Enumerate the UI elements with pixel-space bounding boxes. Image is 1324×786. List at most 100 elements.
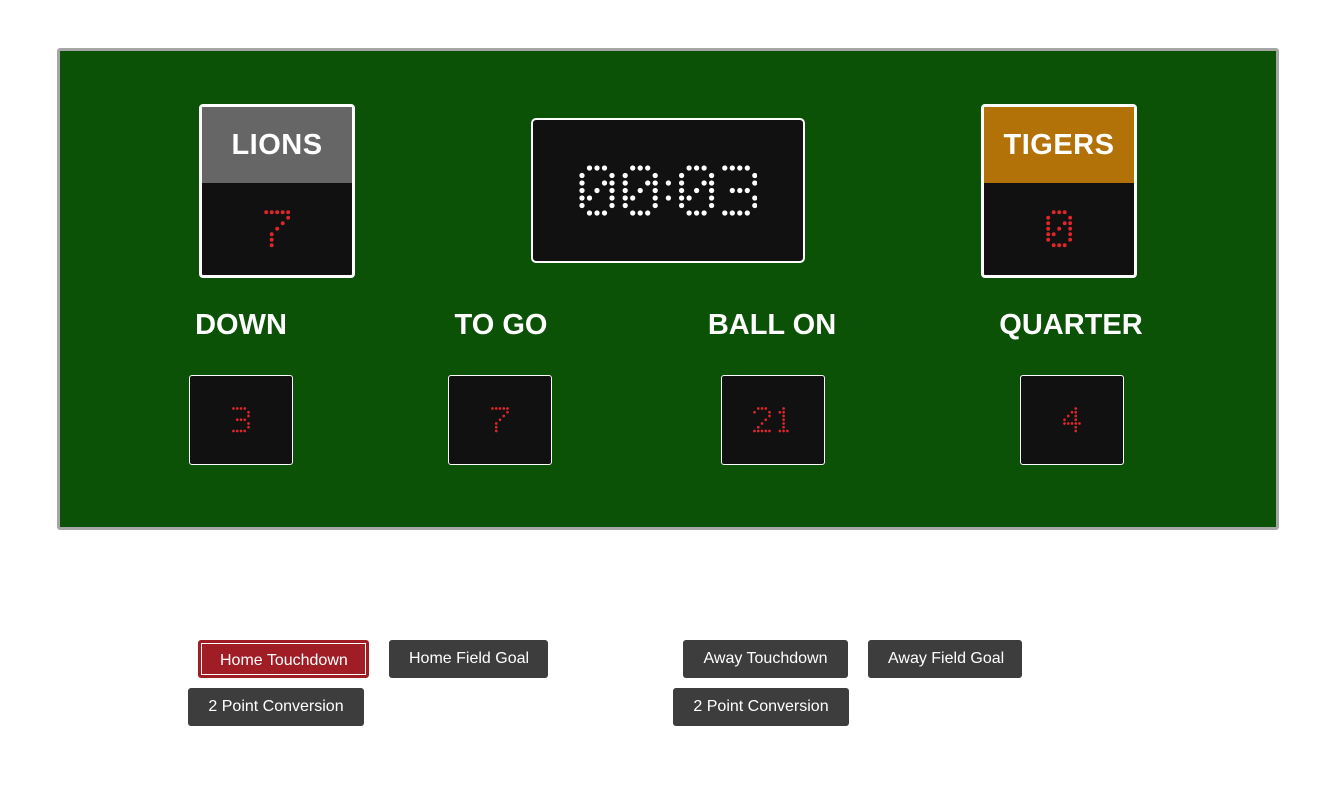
led-dot [760,407,764,411]
led-dot [778,411,782,414]
led-dot [782,407,786,411]
led-dot [578,202,585,209]
led-dot [1057,243,1061,248]
led-dot [1051,232,1056,237]
led-dot [275,210,279,215]
led-dot [264,210,268,215]
led-dot [1063,422,1066,426]
led-dot [729,210,735,216]
led-dot [678,195,684,201]
led-dot [243,429,247,433]
led-dot [665,180,671,186]
led-dot [243,407,247,411]
led-dot [729,165,735,171]
led-dot [1074,426,1078,429]
led-dot [593,187,600,194]
led-dot [764,418,768,422]
led-dot [1062,243,1067,248]
led-dot [235,407,239,411]
led-dot [652,195,658,201]
led-dot [502,407,506,411]
led-dot [786,429,789,433]
led-dot [247,411,250,414]
led-dot [782,426,786,429]
led-dot [652,180,658,186]
led-dot [232,407,235,411]
led-dot [578,172,585,179]
led-dot [232,429,235,433]
led-dot [764,429,768,433]
led-dot [757,426,760,429]
led-dot [1057,210,1061,215]
led-dot [1074,411,1078,414]
led-dot [1046,232,1050,237]
led-dot [622,180,628,186]
led-dot [1051,210,1056,215]
led-dot [1051,243,1056,248]
ball-on-label: BALL ON [707,309,837,341]
led-dot [652,202,658,209]
led-dot [768,429,772,433]
led-dot [778,429,782,433]
led-dot [269,210,274,215]
led-dot [637,210,643,216]
led-dot [782,414,786,418]
led-dot [243,418,247,422]
led-dot [644,165,650,171]
led-dot [1074,414,1078,418]
led-dot [1070,422,1074,426]
led-dot [601,180,607,186]
led-dot [768,411,772,414]
ball-on-value [753,407,789,433]
led-dot [239,429,243,433]
led-dot [744,187,750,194]
away-touchdown-button[interactable]: Away Touchdown [683,640,848,678]
led-dot [693,165,699,171]
led-dot [736,165,743,171]
away-team-name: TIGERS [984,107,1134,183]
led-dot [1068,238,1072,242]
led-dot [1066,414,1070,418]
led-dot [1066,422,1070,426]
led-dot [652,172,658,179]
led-dot [744,210,750,216]
home-team-name: LIONS [202,107,352,183]
led-dot [652,187,658,194]
to-go-label: TO GO [454,309,548,341]
led-dot [601,210,607,216]
led-dot [782,422,786,426]
led-dot [608,195,615,201]
led-dot [760,422,764,426]
led-dot [736,210,743,216]
away-score-display [1046,210,1072,248]
led-dot [1062,210,1067,215]
led-dot [269,243,274,248]
led-dot [586,195,592,201]
quarter-label: QUARTER [999,309,1143,341]
led-dot [721,210,728,216]
led-dot [622,195,628,201]
led-dot [693,210,699,216]
led-dot [629,210,635,216]
home-field-goal-button[interactable]: Home Field Goal [389,640,548,678]
home-two-point-button[interactable]: 2 Point Conversion [188,688,364,726]
led-dot [782,429,786,433]
quarter-value [1063,407,1081,433]
led-dot [578,180,585,186]
led-dot [1068,232,1072,237]
led-dot [1074,407,1078,411]
led-dot [622,187,628,194]
led-dot [1074,422,1078,426]
away-field-goal-button[interactable]: Away Field Goal [868,640,1022,678]
led-dot [1074,418,1078,422]
led-dot [744,165,750,171]
led-dot [686,195,692,201]
led-dot [708,172,714,179]
led-dot [235,418,239,422]
led-dot [578,195,585,201]
led-dot [247,422,250,426]
home-touchdown-button[interactable]: Home Touchdown [198,640,369,678]
led-dot [1063,418,1066,422]
led-dot [622,172,628,179]
away-two-point-button[interactable]: 2 Point Conversion [673,688,849,726]
